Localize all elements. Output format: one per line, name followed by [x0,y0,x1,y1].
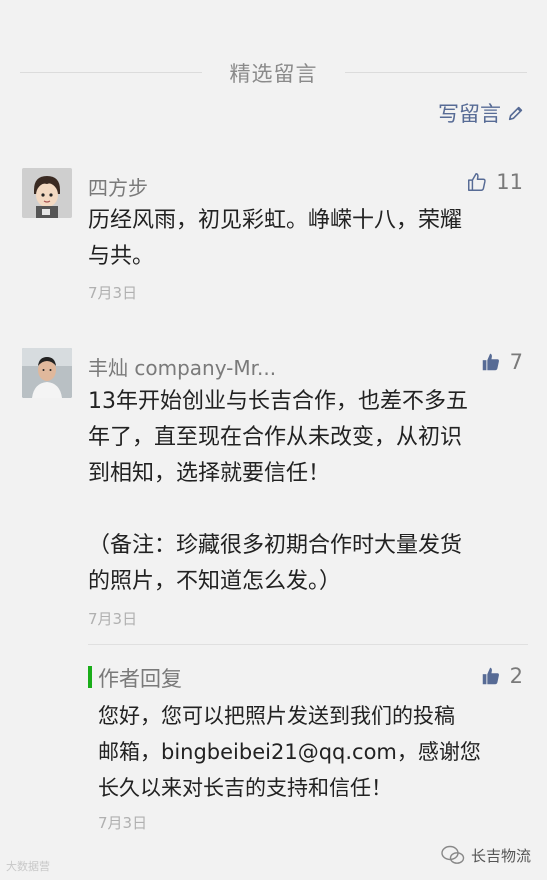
comment-author[interactable]: 四方步 [88,172,148,201]
reply-like-button[interactable]: 2 [480,664,523,688]
reply-divider [88,644,528,645]
wechat-logo-icon [441,844,465,866]
comment-date: 7月3日 [88,610,138,628]
reply-accent-bar [88,666,92,688]
photo-avatar-image [22,348,72,398]
comment-content: 历经风雨，初见彩虹。峥嵘十八，荣耀 与共。 [88,208,463,269]
comment-date: 7月3日 [88,284,138,302]
like-count: 11 [496,170,523,194]
watermark-right-text: 长吉物流 [470,846,531,865]
thumbs-up-outline-icon [468,173,486,191]
avatar[interactable] [22,168,72,218]
like-button[interactable]: 7 [480,350,523,374]
watermark-left: 大数据营 [6,860,50,873]
comment-content: 13年开始创业与长吉合作，也差不多五 年了，直至现在合作从未改变，从初识 到相知… [88,389,468,594]
header-divider-right [345,72,527,73]
pencil-icon [508,106,523,121]
write-comment-button[interactable]: 写留言 [438,98,525,128]
like-button[interactable]: 11 [466,170,523,194]
comment-author[interactable]: 丰灿 company-Mr... [88,352,276,381]
avatar[interactable] [22,348,72,398]
watermark-right: 长吉物流 [441,844,531,866]
reply-date: 7月3日 [98,814,148,832]
selected-comments-header: 精选留言 [0,52,547,92]
write-comment-label: 写留言 [438,102,501,126]
reply-title: 作者回复 [98,667,182,691]
reply-like-count: 2 [509,664,523,688]
cartoon-avatar-image [22,168,72,218]
section-title: 精选留言 [229,62,318,86]
thumbs-up-filled-icon [482,353,499,371]
reply-content: 您好，您可以把照片发送到我们的投稿 邮箱，bingbeibei21@qq.com… [98,704,481,800]
thumbs-up-filled-icon [482,667,499,685]
like-count: 7 [509,350,523,374]
